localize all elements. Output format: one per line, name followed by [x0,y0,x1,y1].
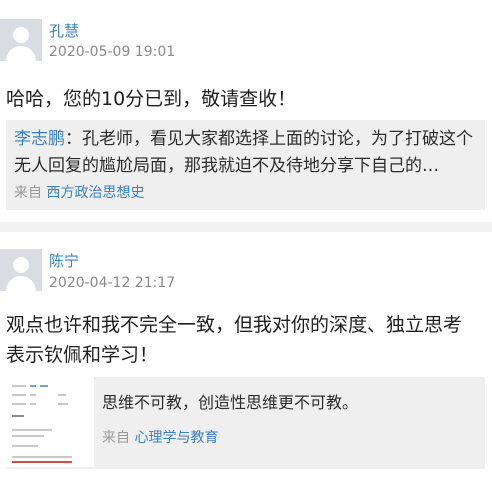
source-line: 来自 心理学与教育 [102,427,218,447]
source-prefix: 来自 [102,430,130,446]
source-prefix: 来自 [14,185,42,201]
quoted-post[interactable]: 思维不可教，创造性思维更不可教。 来自 心理学与教育 [6,377,485,469]
attachment-thumbnail[interactable] [6,377,94,467]
author-name[interactable]: 陈宁 [49,250,79,271]
comment-card: 孔慧 2020-05-09 19:01 哈哈，您的10分已到，敬请查收！ 李志鹏… [0,0,492,222]
comment-card: 陈宁 2020-04-12 21:17 观点也许和我不完全一致，但我对你的深度、… [0,232,492,491]
user-avatar-icon[interactable] [0,19,42,61]
quoted-body: 思维不可教，创造性思维更不可教。 [102,393,359,412]
quoted-post[interactable]: 李志鹏：孔老师，看见大家都选择上面的讨论，为了打破这个无人回复的尴尬局面，那我就… [6,120,485,210]
comment-content: 哈哈，您的10分已到，敬请查收！ [6,88,297,110]
quoted-text: 李志鹏：孔老师，看见大家都选择上面的讨论，为了打破这个无人回复的尴尬局面，那我就… [14,126,482,180]
post-date: 2020-04-12 21:17 [49,275,176,291]
quoted-body: ：孔老师，看见大家都选择上面的讨论，为了打破这个无人回复的尴尬局面，那我就迫不及… [14,129,473,176]
quoted-user-name[interactable]: 李志鹏 [14,129,65,149]
source-link[interactable]: 心理学与教育 [134,430,218,446]
post-date: 2020-05-09 19:01 [49,44,176,60]
source-link[interactable]: 西方政治思想史 [46,185,144,201]
user-avatar-icon[interactable] [0,249,42,291]
comment-content: 观点也许和我不完全一致，但我对你的深度、独立思考表示钦佩和学习！ [6,314,463,366]
author-name[interactable]: 孔慧 [49,20,79,41]
source-line: 来自 西方政治思想史 [14,182,144,202]
